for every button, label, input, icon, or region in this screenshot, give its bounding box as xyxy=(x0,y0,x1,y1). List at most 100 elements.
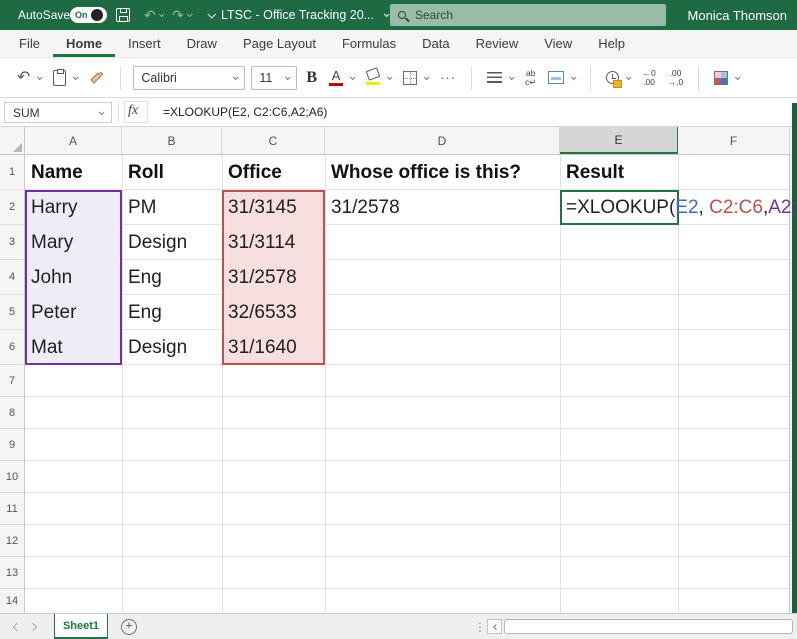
row-header-7[interactable]: 7 xyxy=(0,365,24,397)
paste-button[interactable] xyxy=(50,66,80,90)
titlebar-redo-button[interactable]: ↷ xyxy=(172,0,191,30)
tab-draw[interactable]: Draw xyxy=(174,30,230,57)
cell-b3[interactable]: Design xyxy=(122,225,187,260)
formula-bar: SUM fx =XLOOKUP(E2, C2:C6,A2;A6) xyxy=(0,98,797,127)
number-format-button[interactable] xyxy=(603,67,633,88)
cell-b4[interactable]: Eng xyxy=(122,260,162,295)
tab-help[interactable]: Help xyxy=(585,30,638,57)
format-painter-button[interactable] xyxy=(86,66,108,90)
borders-button[interactable] xyxy=(400,67,431,89)
col-header-d[interactable]: D xyxy=(325,127,560,154)
cell-b2[interactable]: PM xyxy=(122,190,157,225)
sheet-nav-next-button[interactable] xyxy=(30,614,36,639)
font-size-select[interactable]: 11 xyxy=(251,66,297,90)
formula-input[interactable]: =XLOOKUP(E2, C2:C6,A2;A6) xyxy=(163,105,327,119)
row-header-5[interactable]: 5 xyxy=(0,295,24,330)
cell-b1[interactable]: Roll xyxy=(122,155,222,190)
sheetbar-resize-handle[interactable]: ⋮ xyxy=(474,614,486,639)
document-title[interactable]: LTSC - Office Tracking 20... xyxy=(208,0,388,30)
autosave-toggle[interactable]: On xyxy=(70,0,107,30)
sheet-tab-sheet1[interactable]: Sheet1 xyxy=(54,614,108,639)
cell-c2[interactable]: 31/3145 xyxy=(222,190,297,225)
cell-b6[interactable]: Design xyxy=(122,330,187,365)
row-header-1[interactable]: 1 xyxy=(0,155,24,190)
row-header-3[interactable]: 3 xyxy=(0,225,24,260)
cell-d1[interactable]: Whose office is this? xyxy=(325,155,560,190)
row-header-4[interactable]: 4 xyxy=(0,260,24,295)
save-icon xyxy=(116,8,130,22)
cell-a3[interactable]: Mary xyxy=(25,225,73,260)
tab-review[interactable]: Review xyxy=(463,30,532,57)
cell-c3[interactable]: 31/3114 xyxy=(222,225,295,260)
cell-d2[interactable]: 31/2578 xyxy=(325,190,400,225)
cell-a4[interactable]: John xyxy=(25,260,72,295)
chevron-down-icon xyxy=(233,74,239,80)
col-header-a[interactable]: A xyxy=(25,127,122,154)
chevron-down-icon xyxy=(387,74,393,80)
tab-insert[interactable]: Insert xyxy=(115,30,174,57)
cell-a2[interactable]: Harry xyxy=(25,190,77,225)
sheet-grid[interactable]: Name Roll Office Whose office is this? R… xyxy=(25,155,790,613)
ribbon-overflow-button[interactable]: ··· xyxy=(437,66,459,89)
chevron-down-icon xyxy=(187,11,193,17)
row-header-6[interactable]: 6 xyxy=(0,330,24,365)
tab-view[interactable]: View xyxy=(531,30,585,57)
search-input[interactable] xyxy=(415,8,615,22)
fill-color-button[interactable] xyxy=(363,67,394,89)
titlebar-undo-button[interactable]: ↶ xyxy=(144,0,163,30)
row-header-13[interactable]: 13 xyxy=(0,557,24,589)
tab-home[interactable]: Home xyxy=(53,30,115,57)
increase-decimal-button[interactable]: ←0.00 xyxy=(639,65,658,91)
align-lines-icon xyxy=(487,72,502,84)
user-name[interactable]: Monica Thomson xyxy=(688,0,787,30)
tab-page-layout[interactable]: Page Layout xyxy=(230,30,329,57)
horizontal-scrollbar[interactable] xyxy=(504,619,793,634)
bold-button[interactable]: B xyxy=(303,65,320,91)
wrap-text-button[interactable]: abc↵ xyxy=(522,65,539,91)
new-sheet-button[interactable]: + xyxy=(121,614,137,639)
row-header-12[interactable]: 12 xyxy=(0,525,24,557)
col-header-e[interactable]: E xyxy=(560,127,678,154)
row-header-11[interactable]: 11 xyxy=(0,493,24,525)
conditional-formatting-button[interactable] xyxy=(711,67,742,89)
row-header-8[interactable]: 8 xyxy=(0,397,24,429)
row-header-9[interactable]: 9 xyxy=(0,429,24,461)
chevron-down-icon xyxy=(509,74,515,80)
col-header-f[interactable]: F xyxy=(678,127,790,154)
decrease-decimal-button[interactable]: .00→.0 xyxy=(665,65,687,91)
select-all-corner[interactable] xyxy=(0,127,25,154)
cell-b5[interactable]: Eng xyxy=(122,295,162,330)
cell-c4[interactable]: 31/2578 xyxy=(222,260,297,295)
col-header-c[interactable]: C xyxy=(222,127,325,154)
row-headers: 1 2 3 4 5 6 7 8 9 10 11 12 13 14 xyxy=(0,155,25,613)
chevron-down-icon xyxy=(350,74,356,80)
font-name-select[interactable]: Calibri xyxy=(133,66,245,90)
cell-c6[interactable]: 31/1640 xyxy=(222,330,297,365)
tab-data[interactable]: Data xyxy=(409,30,462,57)
save-button[interactable] xyxy=(116,0,130,30)
tab-formulas[interactable]: Formulas xyxy=(329,30,409,57)
search-box[interactable] xyxy=(390,4,666,26)
name-box[interactable]: SUM xyxy=(4,102,112,123)
row-header-14[interactable]: 14 xyxy=(0,589,24,613)
font-color-button[interactable]: A xyxy=(326,65,357,90)
cell-a5[interactable]: Peter xyxy=(25,295,76,330)
row-header-10[interactable]: 10 xyxy=(0,461,24,493)
hscroll-left-button[interactable] xyxy=(487,619,502,634)
cell-c1[interactable]: Office xyxy=(222,155,325,190)
cell-a6[interactable]: Mat xyxy=(25,330,63,365)
tab-file[interactable]: File xyxy=(6,30,53,57)
window-edge-strip xyxy=(792,103,797,627)
alignment-button[interactable] xyxy=(484,68,516,88)
row-header-2[interactable]: 2 xyxy=(0,190,24,225)
active-cell-e2[interactable]: =XLOOKUP(E2, C2:C6,A2; xyxy=(560,190,679,225)
cell-e2-formula[interactable]: =XLOOKUP(E2, C2:C6,A2; xyxy=(566,192,797,223)
merge-center-button[interactable] xyxy=(545,67,578,88)
cell-e1[interactable]: Result xyxy=(560,155,678,190)
col-header-b[interactable]: B xyxy=(122,127,222,154)
cell-c5[interactable]: 32/6533 xyxy=(222,295,297,330)
sheet-nav-prev-button[interactable] xyxy=(14,614,20,639)
undo-button[interactable]: ↶ xyxy=(14,66,44,90)
cell-a1[interactable]: Name xyxy=(25,155,122,190)
toggle-knob-icon xyxy=(91,9,103,21)
